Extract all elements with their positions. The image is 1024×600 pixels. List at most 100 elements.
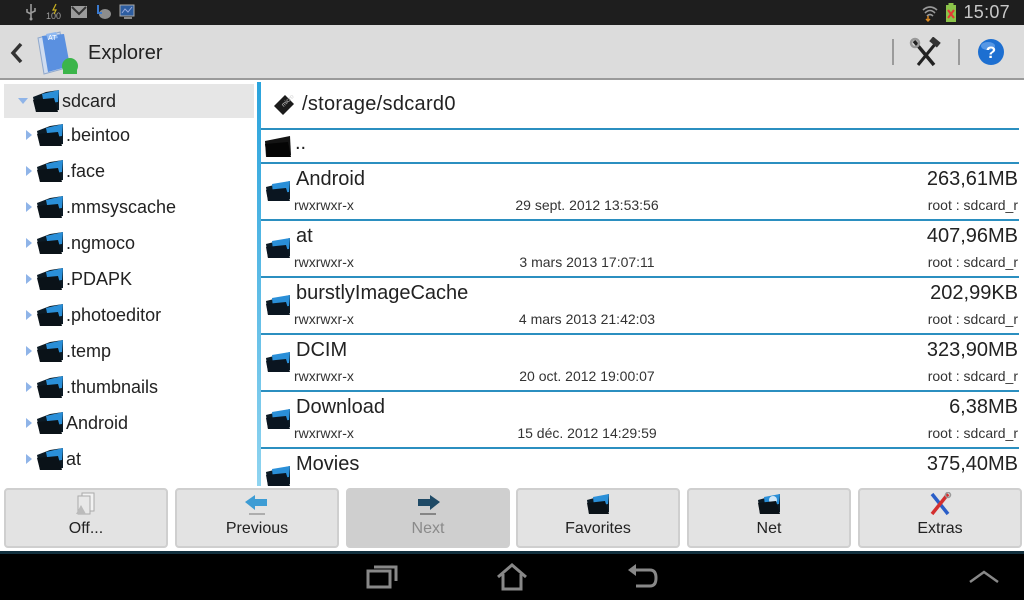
tree-item-label: .ngmoco: [66, 232, 136, 253]
extras-button-label: Extras: [917, 520, 963, 537]
tree-item[interactable]: .thumbnails: [0, 370, 256, 404]
arrow-left-icon: [245, 495, 267, 515]
file-size: 263,61MB: [926, 168, 1018, 190]
tree-item[interactable]: .PDAPK: [0, 262, 256, 296]
tree-item[interactable]: .mmsyscache: [0, 190, 256, 224]
file-row[interactable]: burstlyImageCache rwxrwxr-x 4 mars 2013 21…: [261, 278, 1024, 333]
expand-arrow-icon[interactable]: [26, 166, 32, 176]
expand-arrow-icon[interactable]: [26, 346, 32, 356]
tree-item[interactable]: at: [0, 442, 256, 476]
tree-item-label: .beintoo: [66, 124, 131, 145]
svg-text:AT: AT: [48, 35, 57, 42]
expand-arrow-icon[interactable]: [26, 238, 32, 248]
tools-icon[interactable]: [908, 37, 942, 69]
tree-item-label: sdcard: [62, 90, 117, 111]
tree-item[interactable]: .photoeditor: [0, 298, 256, 332]
expand-arrow-icon[interactable]: [26, 130, 32, 140]
back-icon[interactable]: [622, 562, 662, 592]
offline-button[interactable]: Off...: [4, 488, 168, 548]
file-date: 4 mars 2013 21:42:03: [518, 311, 656, 327]
offline-icon: [76, 492, 95, 515]
file-size: 323,90MB: [926, 339, 1018, 361]
tree-item-label: at: [66, 448, 82, 469]
chevron-up-icon[interactable]: [964, 562, 1004, 592]
home-icon[interactable]: [492, 562, 532, 592]
battery-charging-icon: [946, 2, 957, 22]
next-button[interactable]: Next: [346, 488, 510, 548]
tree-item[interactable]: .temp: [0, 334, 256, 368]
tree-item-label: .temp: [66, 340, 112, 361]
folder-tree: sdcard .beintoo .face .mmsyscache .ngmoco .P…: [0, 82, 258, 486]
tree-item-label: .photoeditor: [66, 304, 162, 325]
file-name: Android: [296, 168, 365, 190]
file-row[interactable]: DCIM rwxrwxr-x 20 oct. 2012 19:00:07 323,90…: [261, 335, 1024, 390]
folder-icon: [37, 376, 63, 398]
folder-icon: [37, 412, 63, 434]
file-permissions: rwxrwxr-x: [294, 254, 354, 270]
help-icon[interactable]: ?: [976, 37, 1006, 67]
expand-arrow-icon[interactable]: [26, 310, 32, 320]
expand-arrow-icon[interactable]: [26, 202, 32, 212]
file-list: micro /storage/sdcard0 .. Android rwxrwxr…: [261, 82, 1024, 486]
file-owner: root : sdcard_r: [927, 311, 1018, 327]
tree-item[interactable]: .ngmoco: [0, 226, 256, 260]
file-row[interactable]: Movies 375,40MB: [261, 449, 1024, 486]
parent-directory-row[interactable]: ..: [261, 130, 1024, 162]
file-permissions: rwxrwxr-x: [294, 197, 354, 213]
tree-item-label: .PDAPK: [66, 268, 133, 289]
tree-item-sdcard[interactable]: sdcard: [4, 84, 254, 118]
file-row[interactable]: Android rwxrwxr-x 29 sept. 2012 13:53:56 26…: [261, 164, 1024, 219]
current-path: /storage/sdcard0: [302, 93, 456, 115]
file-name: Download: [296, 396, 385, 418]
chevron-left-icon[interactable]: [6, 39, 28, 67]
folder-icon: [266, 295, 290, 315]
file-size: 407,96MB: [926, 225, 1018, 247]
file-owner: root : sdcard_r: [927, 368, 1018, 384]
extras-button[interactable]: Extras: [858, 488, 1022, 548]
usb-icon: [26, 4, 36, 21]
expand-arrow-icon[interactable]: [26, 274, 32, 284]
file-owner: root : sdcard_r: [927, 197, 1018, 213]
expand-arrow-icon[interactable]: [26, 454, 32, 464]
expand-arrow-icon[interactable]: [26, 382, 32, 392]
file-owner: root : sdcard_r: [927, 425, 1018, 441]
expand-arrow-icon[interactable]: [18, 98, 28, 104]
next-button-label: Next: [411, 520, 445, 537]
parent-directory-label: ..: [295, 132, 307, 154]
svg-text:100: 100: [46, 11, 61, 21]
previous-button-label: Previous: [225, 520, 289, 537]
favorites-button[interactable]: Favorites: [516, 488, 680, 548]
previous-button[interactable]: Previous: [175, 488, 339, 548]
wifi-icon: [922, 5, 938, 22]
offline-button-label: Off...: [68, 520, 104, 537]
tree-item[interactable]: Android: [0, 406, 256, 440]
tree-item-label: .mmsyscache: [66, 196, 177, 217]
file-date: 3 mars 2013 17:07:11: [519, 254, 655, 270]
net-button[interactable]: Net: [687, 488, 851, 548]
file-name: Movies: [296, 453, 360, 475]
file-row[interactable]: at rwxrwxr-x 3 mars 2013 17:07:11 407,96MB r…: [261, 221, 1024, 276]
svg-text:?: ?: [986, 43, 996, 62]
file-name: burstlyImageCache: [296, 282, 469, 304]
folder-icon: [37, 304, 63, 326]
recent-apps-icon[interactable]: [362, 562, 402, 592]
expand-arrow-icon[interactable]: [26, 418, 32, 428]
action-bar: AT Explorer ?: [0, 25, 1024, 80]
folder-icon: [33, 90, 59, 112]
action-divider: [958, 39, 960, 65]
file-row[interactable]: Download rwxrwxr-x 15 déc. 2012 14:29:59 6,…: [261, 392, 1024, 447]
status-bar: 100 15:07: [0, 0, 1024, 25]
tree-item[interactable]: .face: [0, 154, 256, 188]
file-name: DCIM: [296, 339, 348, 361]
folder-icon: [37, 232, 63, 254]
folder-icon: [266, 238, 290, 258]
network-folder-icon: [758, 494, 780, 514]
action-divider: [892, 39, 894, 65]
folder-icon: [266, 466, 290, 486]
folder-icon: [266, 181, 290, 201]
tree-item[interactable]: .beintoo: [0, 118, 256, 152]
file-size: 202,99KB: [930, 282, 1018, 304]
status-clock: 15:07: [963, 2, 1010, 22]
file-size: 375,40MB: [926, 453, 1018, 475]
file-permissions: rwxrwxr-x: [294, 311, 354, 327]
